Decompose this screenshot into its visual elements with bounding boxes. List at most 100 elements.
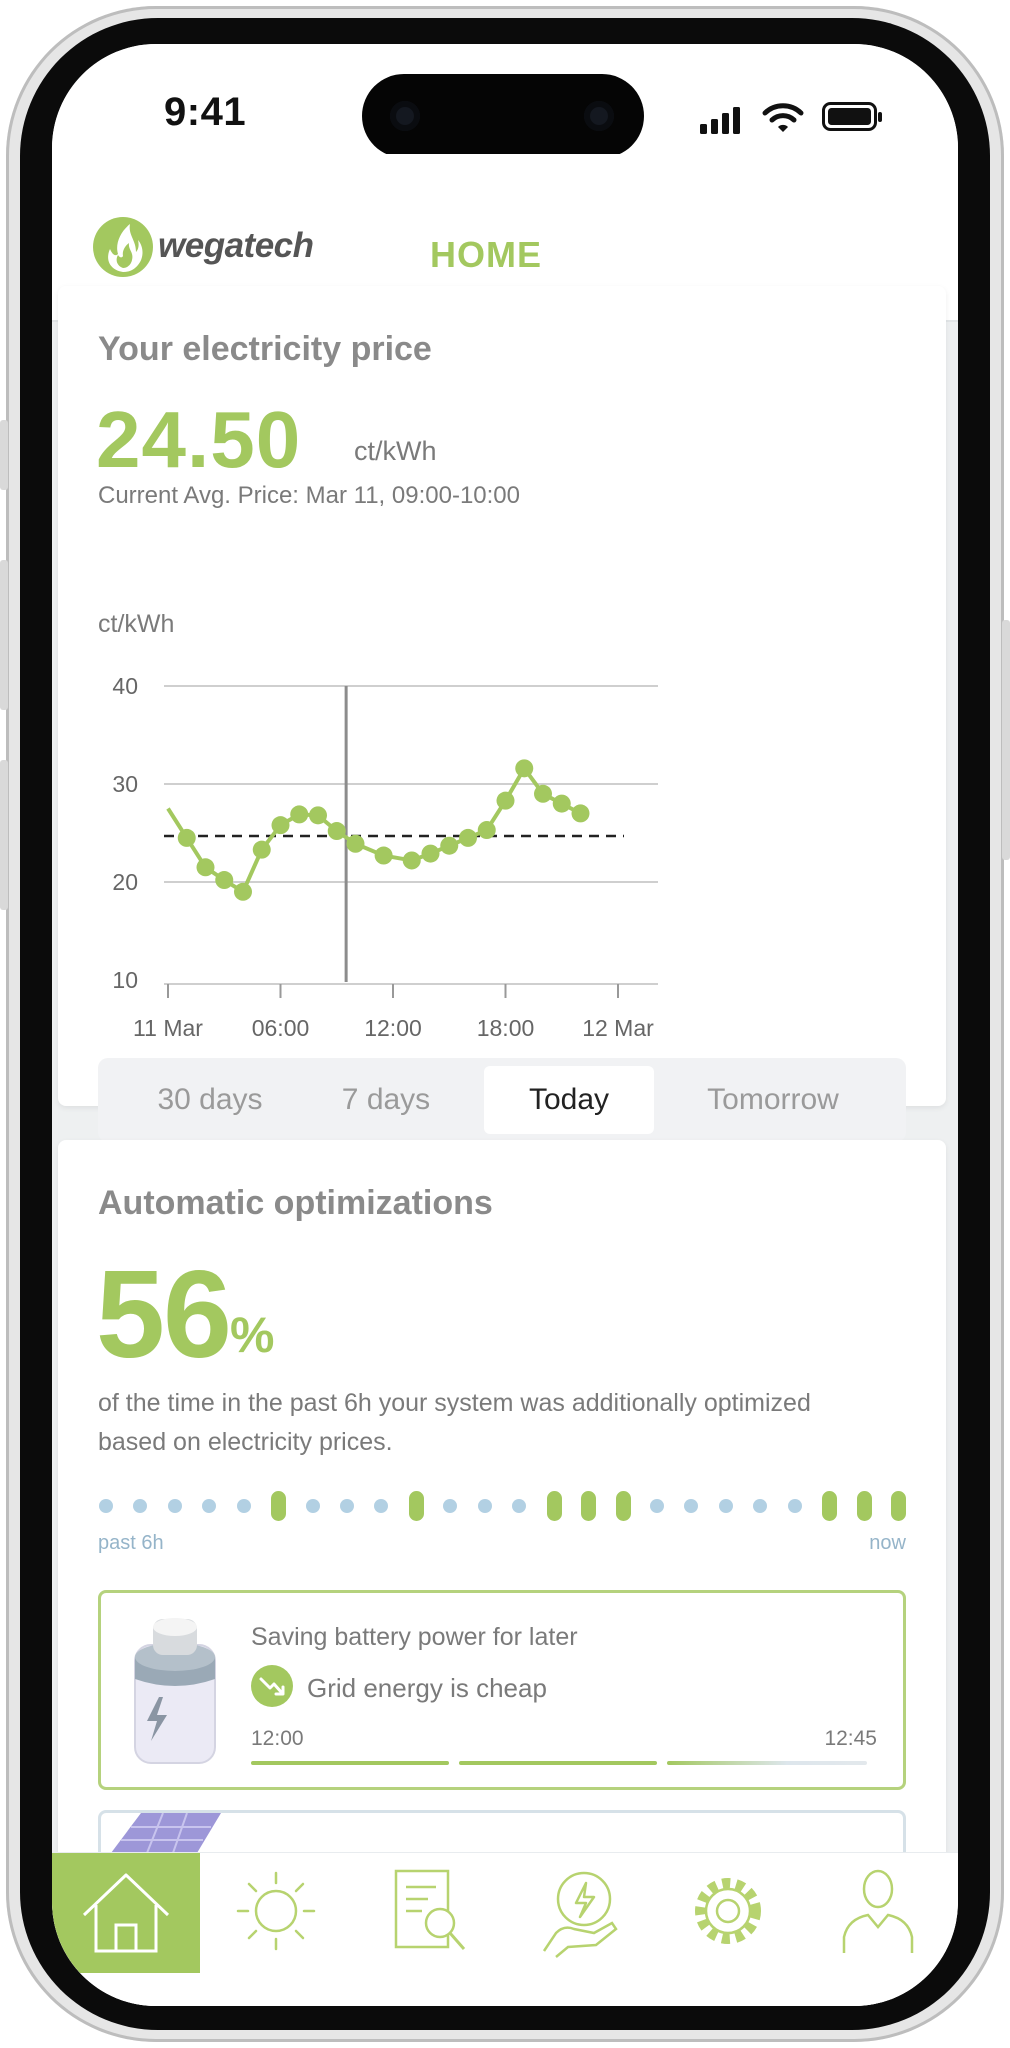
optimization-item[interactable]: Saving battery power for later Grid ener… [98, 1590, 906, 1790]
report-search-icon [394, 1869, 466, 1950]
tab-7-days[interactable]: 7 days [298, 1066, 474, 1134]
price-point [234, 882, 252, 901]
price-point [327, 822, 346, 841]
timeline-dot [305, 1499, 320, 1513]
timeline-optimized-bar [408, 1491, 424, 1521]
wifi-icon [762, 103, 804, 132]
solar-panel-icon [111, 1813, 221, 1853]
progress-segment [251, 1761, 449, 1765]
price-point [571, 804, 590, 823]
price-point [215, 871, 234, 890]
price-point [552, 794, 571, 813]
progress-segment [459, 1761, 657, 1765]
nav-profile[interactable] [804, 1853, 952, 1973]
timeline-dot [512, 1499, 527, 1513]
optimization-description: of the time in the past 6h your system w… [98, 1389, 811, 1456]
price-point [346, 834, 365, 853]
timeline-dot [167, 1499, 182, 1513]
timeline-dot [374, 1499, 389, 1513]
x-tick-label: 11 Mar [133, 1015, 203, 1041]
status-time: 9:41 [164, 90, 247, 134]
side-button [1002, 620, 1010, 860]
nav-solar[interactable] [202, 1853, 350, 1973]
timeline-dot [477, 1499, 492, 1513]
price-subtitle: Current Avg. Price: Mar 11, 09:00-10:00 [98, 482, 521, 509]
electricity-price-card: Your electricity price 24.50 ct/kWh Curr… [58, 286, 946, 1142]
timeline-optimized-bar [891, 1491, 906, 1521]
timeline-end-label: now [869, 1532, 906, 1554]
timeline-optimized-bar [546, 1491, 562, 1521]
nav-reports[interactable] [352, 1853, 500, 1973]
y-tick-label: 40 [112, 673, 138, 699]
nav-energy[interactable] [504, 1853, 652, 1973]
side-button [0, 420, 8, 490]
price-point [374, 846, 393, 865]
timeline-dot [202, 1499, 217, 1513]
price-point [421, 844, 440, 863]
timeline-dot [340, 1499, 355, 1513]
price-chart[interactable]: 40 30 20 10 11 Mar 06:00 12:00 18:00 12 Mar [98, 650, 868, 1050]
optimization-reason: Grid energy is cheap [307, 1673, 547, 1703]
timeline-start-label: past 6h [98, 1532, 164, 1554]
energy-hand-icon [542, 1871, 618, 1958]
tab-tomorrow[interactable]: Tomorrow [668, 1066, 878, 1134]
price-point [515, 759, 534, 778]
x-tick-label: 18:00 [477, 1015, 535, 1041]
screen: 9:41 wegatech HOME Your electricity pric… [52, 44, 958, 2006]
timeline-dot [133, 1499, 148, 1513]
price-point [252, 840, 271, 859]
tab-today[interactable]: Today [484, 1066, 654, 1134]
user-icon [842, 1869, 914, 1953]
status-bar: 9:41 [52, 44, 958, 158]
price-point [459, 828, 477, 847]
price-point [477, 821, 496, 840]
timeline-dot [443, 1499, 458, 1513]
flame-logo-icon [93, 217, 153, 277]
price-card-title: Your electricity price [98, 330, 432, 368]
x-tick-label: 12:00 [364, 1015, 422, 1041]
timeline-optimized-bar [822, 1491, 838, 1521]
side-button [0, 560, 8, 710]
timeline-optimized-bar [856, 1491, 872, 1521]
price-point [177, 828, 196, 847]
sensor [584, 101, 614, 131]
optimization-item-title: Saving battery power for later [251, 1623, 578, 1651]
optimization-start-time: 12:00 [251, 1727, 304, 1750]
y-tick-label: 10 [112, 967, 138, 993]
optimization-percent: 56 [96, 1246, 232, 1384]
price-point [290, 805, 309, 824]
dynamic-island [362, 74, 644, 158]
timeline-optimized-bar [615, 1491, 631, 1521]
price-point [534, 784, 552, 803]
battery-icon [822, 102, 882, 131]
timeline-dot [236, 1499, 251, 1513]
price-point [196, 858, 215, 877]
percent-sign: % [230, 1307, 275, 1363]
price-unit: ct/kWh [354, 436, 437, 466]
optimizations-title: Automatic optimizations [98, 1184, 493, 1222]
price-point [496, 791, 515, 810]
x-tick-label: 06:00 [252, 1015, 310, 1041]
nav-settings[interactable] [654, 1853, 802, 1973]
progress-segment [667, 1761, 867, 1765]
brand-name: wegatech [158, 226, 314, 265]
timeline-dot [753, 1499, 768, 1513]
timeline-dot [99, 1499, 113, 1513]
y-tick-label: 20 [112, 869, 138, 895]
timeline-dot [649, 1499, 664, 1513]
trend-down-icon [251, 1665, 293, 1707]
timeline-dot [787, 1499, 802, 1513]
period-selector: 30 days 7 days Today Tomorrow [98, 1058, 906, 1142]
price-point [440, 836, 459, 855]
tab-30-days[interactable]: 30 days [122, 1066, 298, 1134]
y-tick-label: 30 [112, 771, 138, 797]
timeline-dot [684, 1499, 699, 1513]
current-price: 24.50 [96, 395, 302, 484]
optimization-timeline [98, 1486, 910, 1526]
gear-icon [695, 1878, 761, 1944]
price-point [309, 806, 327, 825]
timeline-optimized-bar [581, 1491, 597, 1521]
nav-home[interactable] [52, 1853, 200, 1973]
timeline-optimized-bar [271, 1491, 287, 1521]
camera [390, 101, 420, 131]
